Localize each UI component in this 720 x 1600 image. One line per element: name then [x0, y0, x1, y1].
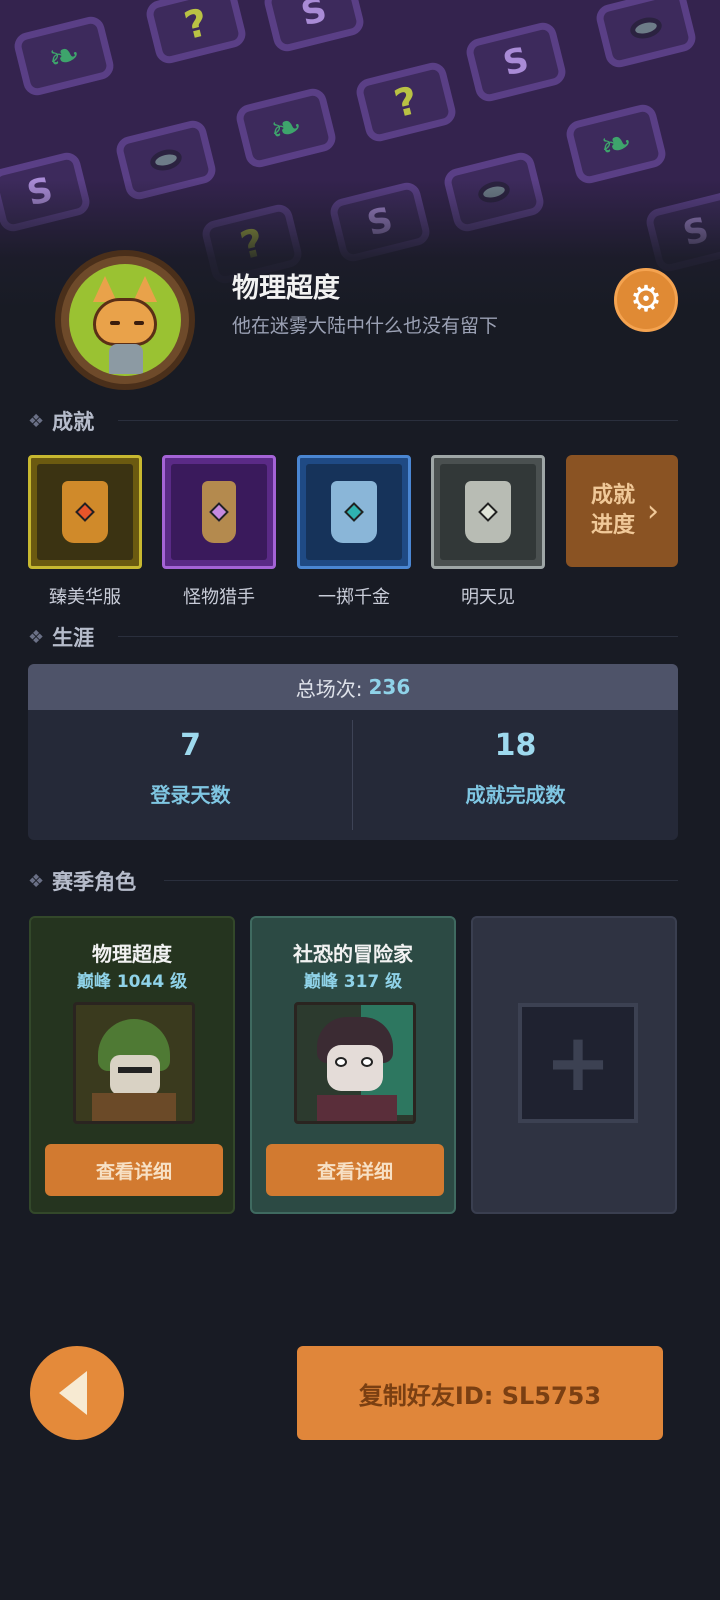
career-panel: 总场次: 236 7 登录天数 18 成就完成数 [28, 664, 678, 840]
diamond-icon: ❖ [28, 626, 45, 648]
section-label: 成就 [52, 410, 95, 434]
diamond-icon: ❖ [28, 410, 45, 432]
stat-label: 登录天数 [150, 783, 231, 807]
achievement-progress-button[interactable]: 成就进度 › [566, 455, 678, 567]
achievement-label: 臻美华服 [49, 587, 121, 608]
copy-friend-id-button[interactable]: 复制好友ID: SL5753 [297, 1346, 663, 1440]
view-details-button[interactable]: 查看详细 [45, 1144, 223, 1196]
avatar[interactable] [55, 250, 195, 390]
section-achievements-title: ❖ 成就 [28, 406, 94, 436]
section-label: 生涯 [52, 626, 95, 650]
back-button[interactable] [30, 1346, 124, 1440]
chest-decoration: ? [353, 59, 459, 145]
chest-decoration: ❧ [563, 101, 669, 187]
role-card: 物理超度 巅峰 1044 级 查看详细 [29, 916, 235, 1214]
stat-value: 7 [180, 728, 201, 763]
achievement-label: 明天见 [461, 587, 515, 608]
divider [164, 880, 678, 881]
total-matches-label: 总场次: [295, 676, 363, 701]
view-details-button[interactable]: 查看详细 [266, 1144, 444, 1196]
section-career-title: ❖ 生涯 [28, 622, 94, 652]
fox-avatar-image [69, 264, 181, 376]
player-nickname: 物理超度 [232, 273, 340, 304]
chest-decoration: S [261, 0, 367, 55]
stat-value: 18 [494, 728, 537, 763]
stat-login-days: 7 登录天数 [28, 728, 353, 808]
achievement-label: 怪物猎手 [183, 587, 255, 608]
section-label: 赛季角色 [52, 870, 137, 894]
settings-button[interactable]: ⚙ [614, 268, 678, 332]
role-portrait [73, 1002, 195, 1124]
stat-label: 成就完成数 [465, 783, 566, 807]
chest-decoration: ❧ [11, 13, 117, 99]
total-matches-value: 236 [368, 675, 411, 699]
chest-decoration [593, 0, 699, 71]
role-name: 社恐的冒险家 [293, 942, 413, 966]
role-level: 巅峰 317 级 [303, 972, 403, 992]
diamond-icon: ❖ [28, 870, 45, 892]
achievement-badge-silver[interactable] [431, 455, 545, 569]
chest-decoration: ? [143, 0, 249, 67]
stat-achievements-completed: 18 成就完成数 [353, 728, 678, 808]
divider [118, 420, 678, 421]
achievement-badge-blue[interactable] [297, 455, 411, 569]
empty-role-slot[interactable]: + [471, 916, 677, 1214]
divider [118, 636, 678, 637]
total-matches-header: 总场次: 236 [28, 664, 678, 710]
achievement-badge-purple[interactable] [162, 455, 276, 569]
chevron-right-icon: › [647, 493, 659, 529]
role-card: 社恐的冒险家 巅峰 317 级 查看详细 [250, 916, 456, 1214]
role-level: 巅峰 1044 级 [76, 972, 188, 992]
achievement-badge-gold[interactable] [28, 455, 142, 569]
back-arrow-icon [59, 1371, 87, 1415]
chest-decoration: ❧ [233, 85, 339, 171]
achievement-progress-label: 成就进度 [590, 483, 635, 538]
chest-decoration: S [463, 19, 569, 105]
achievement-label: 一掷千金 [318, 587, 390, 608]
role-name: 物理超度 [92, 942, 172, 966]
role-portrait [294, 1002, 416, 1124]
player-signature: 他在迷雾大陆中什么也没有留下 [232, 315, 499, 337]
section-season-roles-title: ❖ 赛季角色 [28, 866, 136, 896]
plus-icon: + [518, 1003, 638, 1123]
gear-icon: ⚙ [629, 279, 663, 320]
